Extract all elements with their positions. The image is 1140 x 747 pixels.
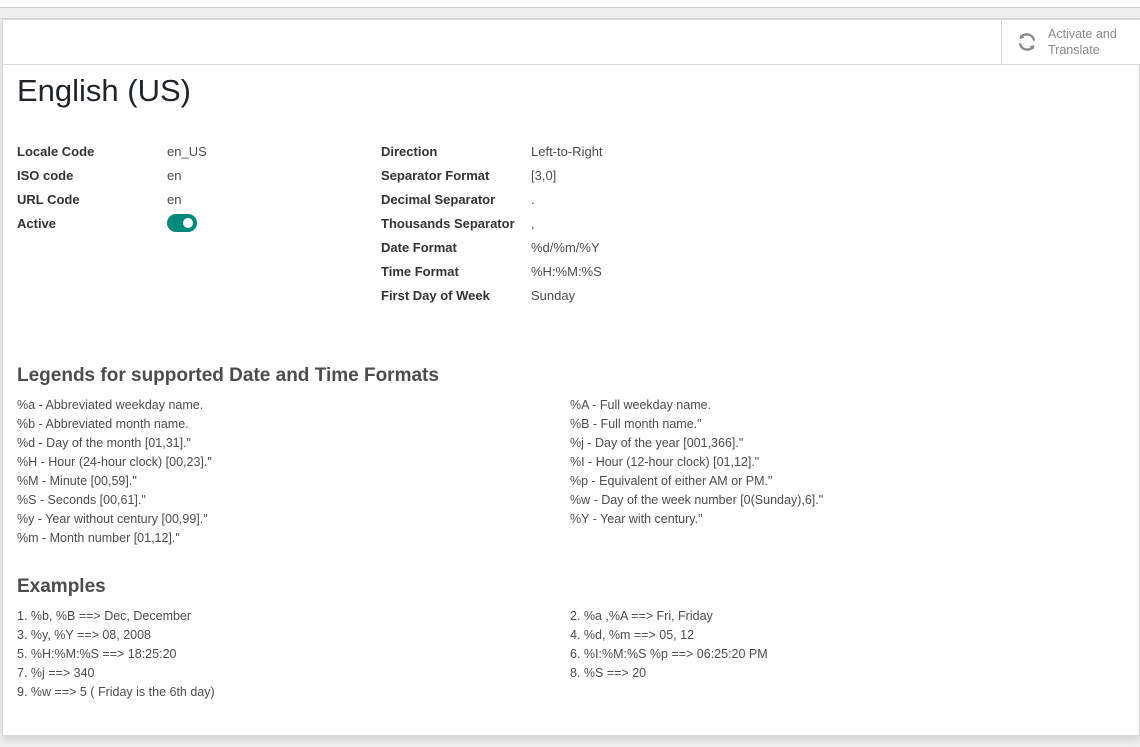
field-label: ISO code <box>17 167 74 183</box>
example-item: 7. %j ==> 340 <box>17 666 95 680</box>
legend-list-left: %a - Abbreviated weekday name. %b - Abbr… <box>17 396 212 548</box>
example-item: 5. %H:%M:%S ==> 18:25:20 <box>17 647 177 661</box>
example-item: 1. %b, %B ==> Dec, December <box>17 609 192 623</box>
legend-item: %A - Full weekday name. <box>570 398 712 412</box>
field-row-date-format: Date Format %d/%m/%Y <box>381 235 781 259</box>
legend-item: %b - Abbreviated month name. <box>17 417 189 431</box>
legend-item: %B - Full month name." <box>570 417 702 431</box>
field-value: Left-to-Right <box>531 143 603 159</box>
field-value: . <box>531 191 535 207</box>
activate-and-translate-button[interactable]: Activate and Translate <box>1001 20 1140 64</box>
field-value: Sunday <box>531 287 576 303</box>
field-label: Date Format <box>381 239 457 255</box>
field-row-decimal-separator: Decimal Separator . <box>381 187 781 211</box>
legend-item: %d - Day of the month [01,31]." <box>17 436 191 450</box>
activate-label-line2: Translate <box>1048 43 1100 57</box>
field-label: Locale Code <box>17 143 95 159</box>
field-row-active: Active <box>17 211 357 235</box>
legend-item: %M - Minute [00,59]." <box>17 474 137 488</box>
field-row-direction: Direction Left-to-Right <box>381 139 781 163</box>
legend-item: %j - Day of the year [001,366]." <box>570 436 744 450</box>
field-value: en <box>167 191 182 207</box>
examples-list-left: 1. %b, %B ==> Dec, December 3. %y, %Y ==… <box>17 607 215 702</box>
example-item: 3. %y, %Y ==> 08, 2008 <box>17 628 152 642</box>
example-item: 9. %w ==> 5 ( Friday is the 6th day) <box>17 685 215 699</box>
activate-label-line1: Activate and <box>1048 27 1117 41</box>
field-label: Decimal Separator <box>381 191 496 207</box>
locale-fields-group: Locale Code en_US ISO code en URL Code e… <box>17 139 357 235</box>
field-value: %H:%M:%S <box>531 263 602 279</box>
legend-section-title: Legends for supported Date and Time Form… <box>17 365 439 386</box>
legend-item: %S - Seconds [00,61]." <box>17 493 146 507</box>
field-row-thousands-separator: Thousands Separator , <box>381 211 781 235</box>
examples-section-title: Examples <box>17 576 106 597</box>
legend-item: %y - Year without century [00,99]." <box>17 512 208 526</box>
legend-item: %w - Day of the week number [0(Sunday),6… <box>570 493 824 507</box>
legend-item: %H - Hour (24-hour clock) [00,23]." <box>17 455 212 469</box>
field-label: First Day of Week <box>381 287 490 303</box>
legend-list-right: %A - Full weekday name. %B - Full month … <box>570 396 823 529</box>
button-box: Activate and Translate <box>3 20 1140 65</box>
format-fields-group: Direction Left-to-Right Separator Format… <box>381 139 781 307</box>
field-label: Direction <box>381 143 438 159</box>
activate-and-translate-label: Activate and Translate <box>1048 26 1136 58</box>
legend-item: %Y - Year with century." <box>570 512 703 526</box>
field-label: Thousands Separator <box>381 215 515 231</box>
field-label: Time Format <box>381 263 459 279</box>
example-item: 8. %S ==> 20 <box>570 666 647 680</box>
field-value: %d/%m/%Y <box>531 239 600 255</box>
legend-item: %m - Month number [01,12]." <box>17 531 180 545</box>
field-row-first-day-of-week: First Day of Week Sunday <box>381 283 781 307</box>
field-row-time-format: Time Format %H:%M:%S <box>381 259 781 283</box>
field-value: [3,0] <box>531 167 557 183</box>
field-label: Separator Format <box>381 167 490 183</box>
example-item: 2. %a ,%A ==> Fri, Friday <box>570 609 713 623</box>
field-row-url-code: URL Code en <box>17 187 357 211</box>
page-title: English (US) <box>17 73 191 108</box>
examples-list-right: 2. %a ,%A ==> Fri, Friday 4. %d, %m ==> … <box>570 607 768 683</box>
legend-item: %a - Abbreviated weekday name. <box>17 398 204 412</box>
active-toggle[interactable] <box>167 214 197 232</box>
legend-item: %p - Equivalent of either AM or PM." <box>570 474 773 488</box>
field-value: en <box>167 167 182 183</box>
field-value: , <box>531 215 535 231</box>
example-item: 4. %d, %m ==> 05, 12 <box>570 628 695 642</box>
field-row-separator-format: Separator Format [3,0] <box>381 163 781 187</box>
field-row-locale-code: Locale Code en_US <box>17 139 357 163</box>
field-label: URL Code <box>17 191 80 207</box>
field-label: Active <box>17 215 57 231</box>
refresh-icon <box>1018 33 1036 51</box>
example-item: 6. %I:%M:%S %p ==> 06:25:20 PM <box>570 647 768 661</box>
top-strip <box>0 0 1140 19</box>
legend-item: %I - Hour (12-hour clock) [01,12]." <box>570 455 760 469</box>
field-value: en_US <box>167 143 207 159</box>
field-row-iso-code: ISO code en <box>17 163 357 187</box>
